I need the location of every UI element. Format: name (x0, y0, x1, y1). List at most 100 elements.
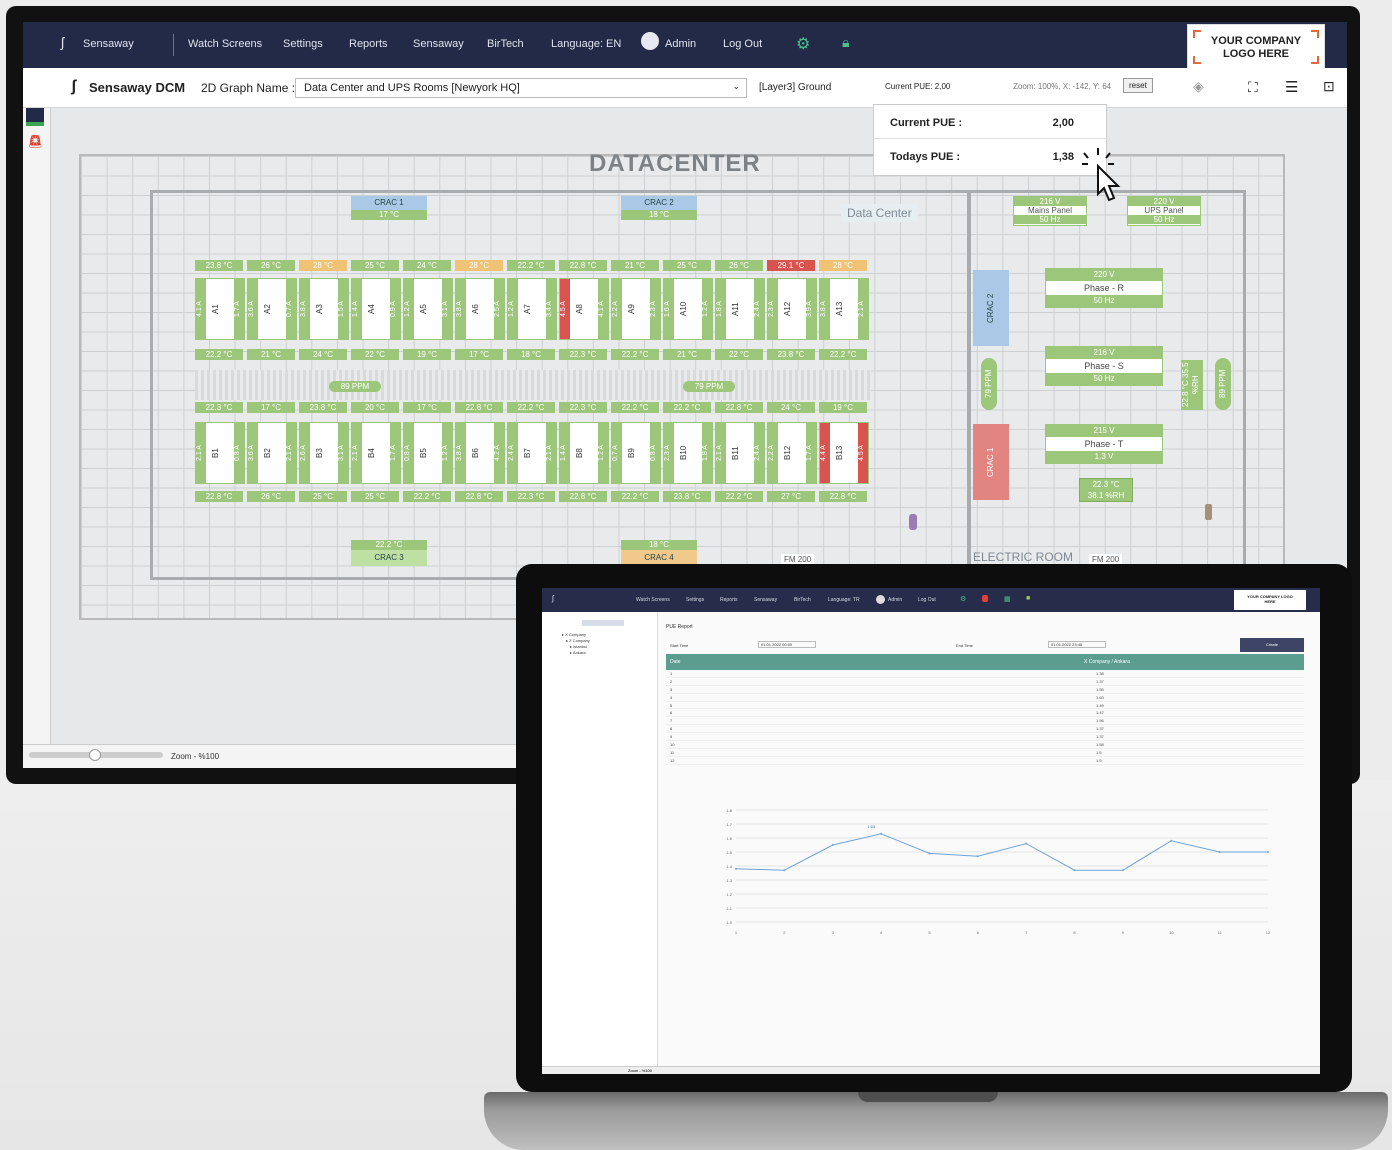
rack-b11[interactable]: 2.1 A B11 2.4 A (715, 422, 765, 484)
rack-a2[interactable]: 3.6 A A2 0.7 A (247, 278, 297, 340)
rack-b3[interactable]: 2.6 A B3 3.1 A (299, 422, 349, 484)
table-row[interactable]: 2 1.37 (666, 678, 1304, 686)
temp-label-row_a_top_temps[interactable]: 28 °C (455, 260, 503, 271)
ppm-sensor-b[interactable]: 79 PPM (683, 381, 735, 392)
temp-label-row_a_top_temps[interactable]: 28 °C (819, 260, 867, 271)
table-row[interactable]: 10 1.58 (666, 741, 1304, 749)
temp-label-row_b_top_temps[interactable]: 22.2 °C (507, 402, 555, 413)
nav-birtech[interactable]: BirTech (487, 38, 524, 50)
sidebar-color-swatch[interactable] (26, 108, 44, 126)
ups-panel[interactable]: 220 V UPS Panel 50 Hz (1127, 196, 1201, 226)
ppm-sensor-c[interactable]: 79 PPM (981, 358, 997, 410)
pue-point[interactable] (1025, 842, 1028, 845)
ppm-sensor-a[interactable]: 89 PPM (329, 381, 381, 392)
rack-b8[interactable]: 1.4 A B8 1.2 A (559, 422, 609, 484)
crac3-unit[interactable]: 22.2 °C CRAC 3 (351, 540, 427, 566)
temp-label-row_a_bottom_temps[interactable]: 22.2 °C (819, 349, 867, 360)
temp-label-row_b_top_temps[interactable]: 20 °C (351, 402, 399, 413)
rack-b2[interactable]: 3.6 A B2 2.1 A (247, 422, 297, 484)
nav-watch-screens[interactable]: Watch Screens (188, 38, 262, 50)
pue-point[interactable] (1267, 851, 1269, 853)
temp-humidity-b[interactable]: 22.3 °C 38.1 %RH (1079, 478, 1133, 502)
nav-logout[interactable]: Log Out (723, 38, 762, 50)
laptop-nav-sensaway[interactable]: Sensaway (754, 597, 777, 603)
table-row[interactable]: 12 1.5 (666, 757, 1304, 765)
temp-label-row_a_bottom_temps[interactable]: 17 °C (455, 349, 503, 360)
temp-label-row_b_bottom_temps[interactable]: 25 °C (351, 491, 399, 502)
rack-b13[interactable]: 4.4 A B13 4.5 A (819, 422, 869, 484)
table-row[interactable]: 5 1.49 (666, 702, 1304, 710)
pue-point[interactable] (1121, 869, 1124, 872)
temp-label-row_a_bottom_temps[interactable]: 22 °C (351, 349, 399, 360)
rack-a8[interactable]: 4.5 A A8 4.1 A (559, 278, 609, 340)
temp-label-row_b_top_temps[interactable]: 22.3 °C (195, 402, 243, 413)
temp-label-row_b_top_temps[interactable]: 22.8 °C (455, 402, 503, 413)
temp-label-row_b_bottom_temps[interactable]: 23.8 °C (663, 491, 711, 502)
rack-a5[interactable]: 1.2 A A5 3.1 A (403, 278, 453, 340)
nav-settings[interactable]: Settings (283, 38, 323, 50)
temp-label-row_a_top_temps[interactable]: 22.2 °C (507, 260, 555, 271)
temp-label-row_a_bottom_temps[interactable]: 22.2 °C (195, 349, 243, 360)
rack-b6[interactable]: 3.8 A B6 4.2 A (455, 422, 505, 484)
laptop-nav-birtech[interactable]: BirTech (794, 597, 811, 603)
list-icon[interactable]: ☰ (1285, 78, 1298, 96)
gear-icon[interactable]: ⚙ (796, 34, 810, 54)
end-time-input[interactable]: 01.01.2022 23:45 (1048, 641, 1106, 648)
temp-label-row_b_top_temps[interactable]: 22.2 °C (611, 402, 659, 413)
rack-a3[interactable]: 3.8 A A3 1.5 A (299, 278, 349, 340)
temp-label-row_a_bottom_temps[interactable]: 18 °C (507, 349, 555, 360)
temp-label-row_b_top_temps[interactable]: 22.8 °C (715, 402, 763, 413)
table-row[interactable]: 9 1.37 (666, 733, 1304, 742)
laptop-nav-reports[interactable]: Reports (720, 597, 738, 603)
table-row[interactable]: 4 1.63 (666, 694, 1304, 702)
temp-label-row_b_top_temps[interactable]: 17 °C (403, 402, 451, 413)
alarm-siren-icon[interactable]: 🚨︎ (27, 134, 44, 150)
door-sensor-icon[interactable] (909, 514, 917, 530)
rack-a1[interactable]: 4.1 A A1 1.7 A (195, 278, 245, 340)
pue-point[interactable] (783, 869, 786, 872)
crac2-unit[interactable]: CRAC 2 18 °C (621, 196, 697, 220)
temp-label-row_a_top_temps[interactable]: 26 °C (247, 260, 295, 271)
layers-icon[interactable]: ◈ (1193, 78, 1204, 95)
nav-reports[interactable]: Reports (349, 38, 388, 50)
temp-label-row_b_bottom_temps[interactable]: 22.8 °C (195, 491, 243, 502)
electric-crac1[interactable]: CRAC 1 (973, 424, 1009, 500)
mains-panel[interactable]: 216 V Mains Panel 50 Hz (1013, 196, 1087, 226)
temp-label-row_a_top_temps[interactable]: 25 °C (663, 260, 711, 271)
temp-label-row_b_bottom_temps[interactable]: 27 °C (767, 491, 815, 502)
laptop-nav-settings[interactable]: Settings (686, 597, 704, 603)
temp-humidity-a[interactable]: 22.8 °C 35.5 %RH (1181, 360, 1203, 410)
start-time-input[interactable]: 01.01.2022 00:00 (758, 641, 816, 648)
temp-label-row_b_top_temps[interactable]: 19 °C (819, 402, 867, 413)
user-avatar-icon[interactable] (641, 32, 659, 50)
fullscreen-icon[interactable]: ⛶ (1248, 79, 1258, 96)
pue-point[interactable] (880, 832, 883, 835)
pue-point[interactable] (1170, 839, 1173, 842)
phase-meter-r[interactable]: 220 V Phase - R 50 Hz (1045, 268, 1163, 308)
rack-a13[interactable]: 3.8 A A13 2.1 A (819, 278, 869, 340)
rack-b9[interactable]: 0.7 A B9 0.8 A (611, 422, 661, 484)
laptop-nav-watch[interactable]: Watch Screens (636, 597, 670, 603)
create-button[interactable]: Create (1240, 638, 1304, 652)
table-row[interactable]: 3 1.55 (666, 686, 1304, 694)
crac1-unit[interactable]: CRAC 1 17 °C (351, 196, 427, 220)
temp-label-row_b_bottom_temps[interactable]: 22.3 °C (507, 491, 555, 502)
temp-label-row_b_top_temps[interactable]: 23.8 °C (299, 402, 347, 413)
phase-meter-t[interactable]: 215 V Phase - T 1.3 V (1045, 424, 1163, 464)
current-pue-indicator[interactable]: Current PUE: 2,00 (885, 82, 950, 91)
rack-b7[interactable]: 2.4 A B7 2.1 A (507, 422, 557, 484)
rack-b4[interactable]: 2.1 A B4 1.7 A (351, 422, 401, 484)
rack-b5[interactable]: 0.8 A B5 1.2 A (403, 422, 453, 484)
lock-icon[interactable]: 🔒︎ (842, 34, 849, 51)
pue-point[interactable] (928, 852, 931, 855)
leak-sensor-icon[interactable] (1205, 504, 1212, 520)
temp-label-row_b_bottom_temps[interactable]: 22.2 °C (403, 491, 451, 502)
temp-label-row_b_bottom_temps[interactable]: 25 °C (299, 491, 347, 502)
rack-b10[interactable]: 2.3 A B10 1.8 A (663, 422, 713, 484)
electric-crac2[interactable]: CRAC 2 (973, 270, 1009, 346)
brand-name[interactable]: Sensaway (83, 38, 134, 50)
rack-a6[interactable]: 3.8 A A6 2.5 A (455, 278, 505, 340)
pue-point[interactable] (1073, 869, 1076, 872)
temp-label-row_a_bottom_temps[interactable]: 21 °C (247, 349, 295, 360)
laptop-tree-search[interactable] (582, 620, 624, 626)
